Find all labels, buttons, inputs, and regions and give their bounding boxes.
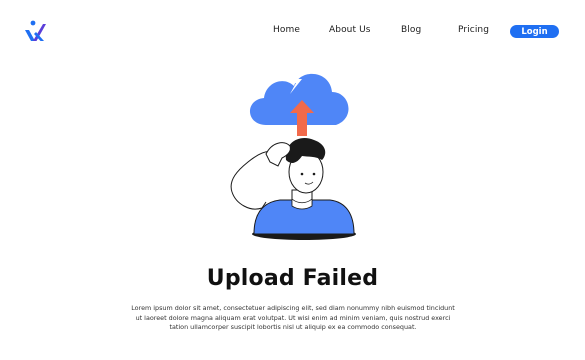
confused-person-icon bbox=[230, 138, 356, 240]
top-navigation: Home About Us Blog Pricing Login bbox=[0, 0, 585, 62]
nav-home[interactable]: Home bbox=[273, 25, 300, 35]
upload-failed-illustration bbox=[230, 70, 356, 240]
description-text: Lorem ipsum dolor sit amet, consectetuer… bbox=[131, 304, 455, 332]
brand-logo-icon[interactable] bbox=[24, 20, 46, 44]
page-title: Upload Failed bbox=[206, 266, 379, 291]
login-button[interactable]: Login bbox=[510, 25, 559, 38]
nav-pricing[interactable]: Pricing bbox=[458, 25, 489, 35]
nav-about-us[interactable]: About Us bbox=[329, 25, 371, 35]
nav-blog[interactable]: Blog bbox=[401, 25, 421, 35]
